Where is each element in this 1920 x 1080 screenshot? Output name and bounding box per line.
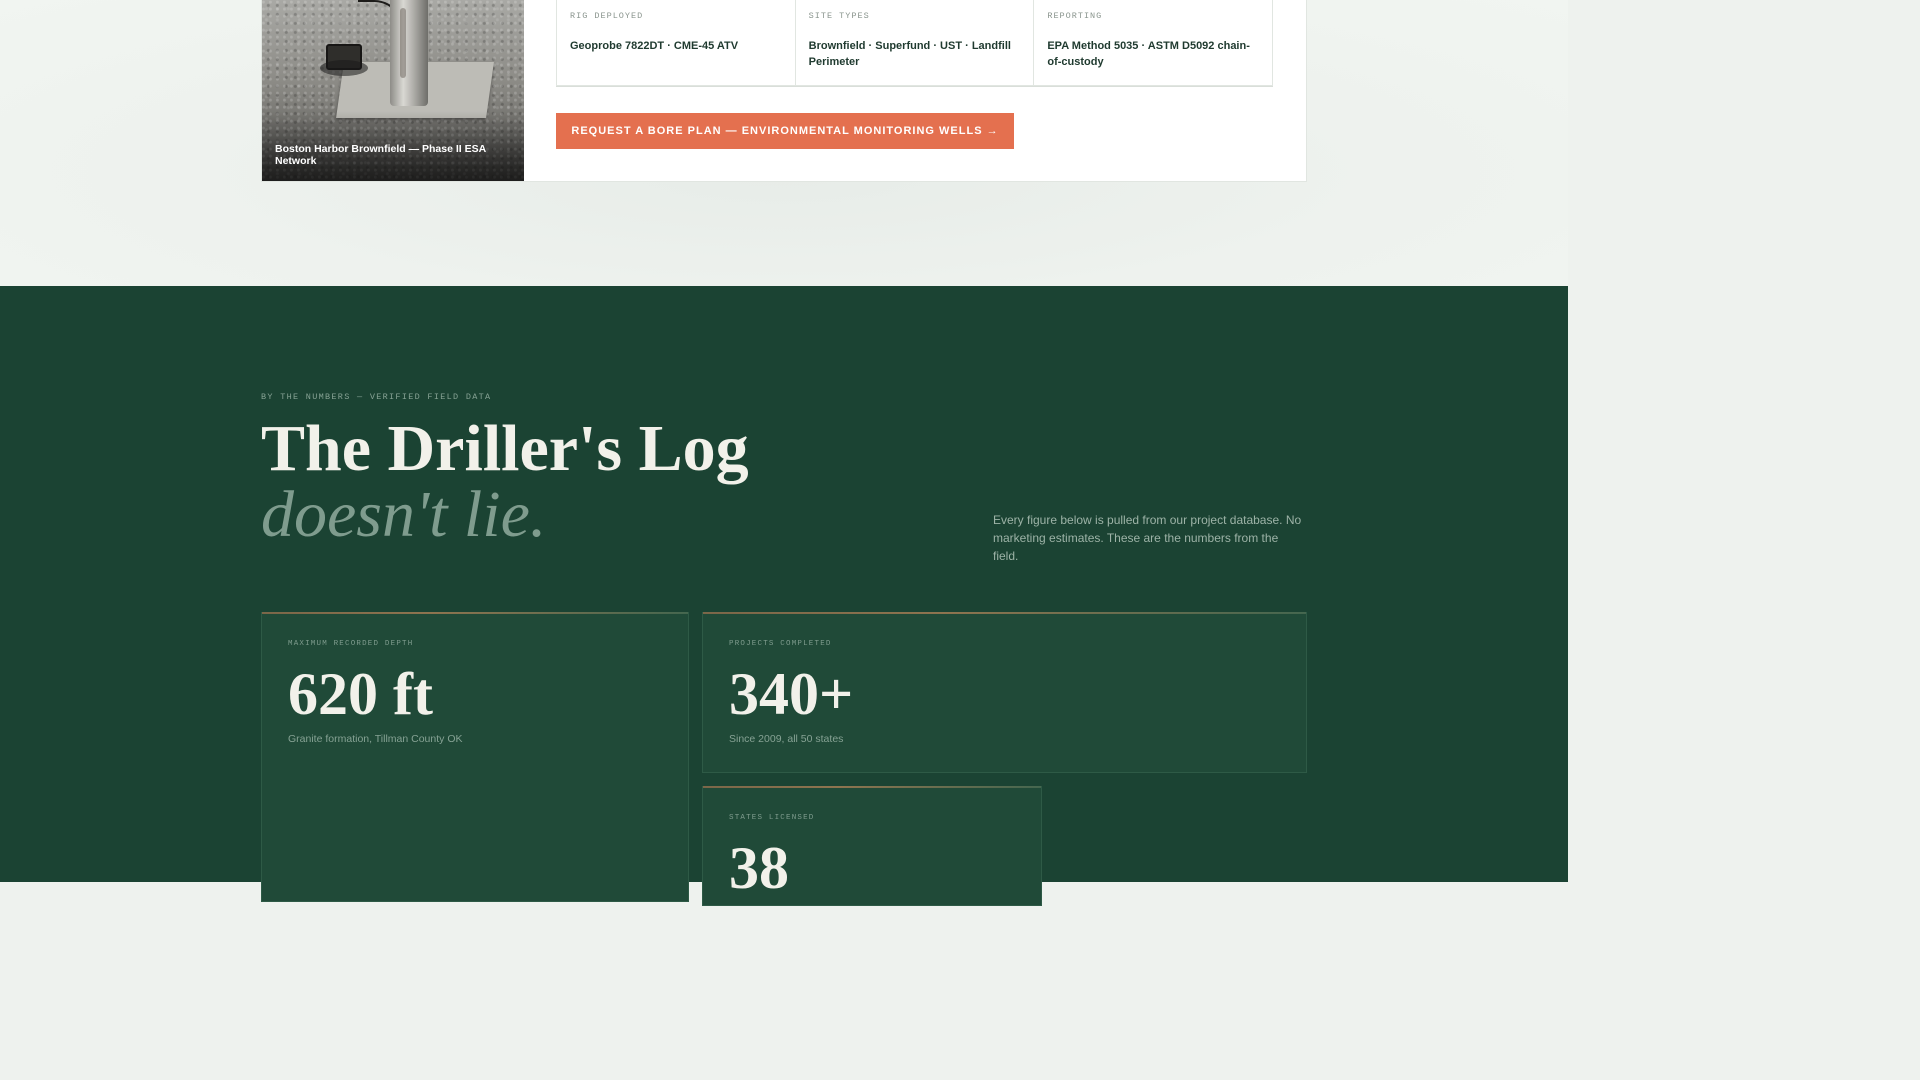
request-bore-plan-button[interactable]: REQUEST A BORE PLAN — ENVIRONMENTAL MONI… [556, 113, 1014, 149]
spec-reporting: REPORTING EPA Method 5035 · ASTM D5092 c… [1034, 0, 1272, 85]
section-intro: Every figure below is pulled from our pr… [993, 513, 1302, 563]
stat-label: MAXIMUM RECORDED DEPTH [288, 640, 414, 648]
spec-label: SITE TYPES [808, 11, 870, 21]
section-headline-italic: doesn't lie. [261, 478, 547, 551]
stat-label: STATES LICENSED [729, 814, 815, 822]
pump-unit [320, 44, 368, 76]
case-study-specs: RIG DEPLOYED Geoprobe 7822DT · CME-45 AT… [556, 0, 1273, 86]
stat-value: 620 ft [288, 661, 433, 727]
section-eyebrow: BY THE NUMBERS — VERIFIED FIELD DATA [261, 392, 492, 402]
stat-value: 340+ [729, 661, 854, 727]
spec-value: Geoprobe 7822DT · CME-45 ATV [570, 40, 739, 52]
spec-site-types: SITE TYPES Brownfield · Superfund · UST … [796, 0, 1035, 85]
spec-label: REPORTING [1047, 11, 1103, 21]
section-headline: The Driller's Log [261, 412, 749, 485]
stat-card-projects: PROJECTS COMPLETED 340+ Since 2009, all … [702, 612, 1307, 773]
spec-rig: RIG DEPLOYED Geoprobe 7822DT · CME-45 AT… [557, 0, 796, 85]
stat-note: Since 2009, all 50 states [729, 733, 844, 745]
stat-card-depth: MAXIMUM RECORDED DEPTH 620 ft Granite fo… [261, 612, 689, 902]
stat-card-states: STATES LICENSED 38 [702, 786, 1042, 906]
photo-caption: Boston Harbor Brownfield — Phase II ESA … [275, 143, 486, 167]
spec-value: Brownfield · Superfund · UST · Landfill … [808, 40, 1011, 68]
case-study-photo: Boston Harbor Brownfield — Phase II ESA … [262, 0, 524, 181]
well-casing-pipe [390, 0, 428, 106]
spec-label: RIG DEPLOYED [570, 11, 644, 21]
stat-label: PROJECTS COMPLETED [729, 640, 832, 648]
stat-value: 38 [729, 835, 789, 901]
spec-value: EPA Method 5035 · ASTM D5092 chain-of-cu… [1047, 40, 1250, 68]
stat-note: Granite formation, Tillman County OK [288, 733, 463, 745]
